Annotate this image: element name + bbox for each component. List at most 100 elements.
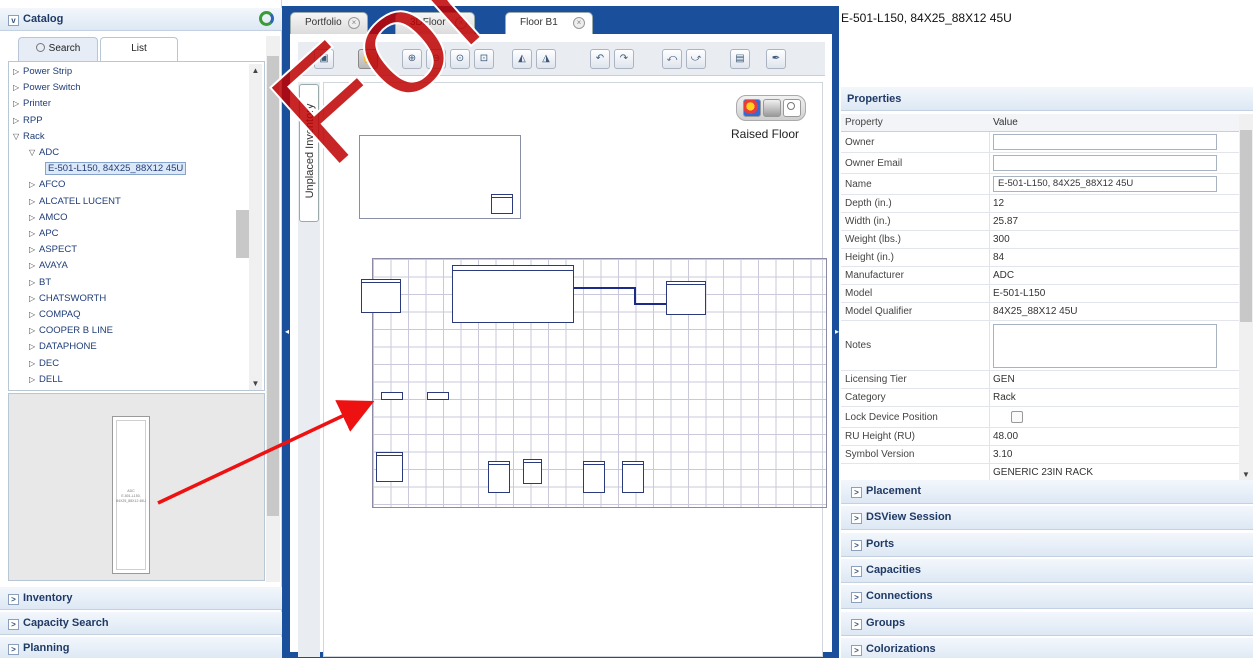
scroll-thumb[interactable] (236, 210, 249, 258)
property-key: Licensing Tier (845, 374, 907, 385)
properties-scrollbar[interactable]: ▼ (1239, 114, 1253, 481)
tree-item[interactable]: ▷ DATAPHONE (29, 340, 97, 353)
triangle-right-icon[interactable]: ▷ (13, 114, 23, 127)
triangle-right-icon[interactable]: ▷ (29, 243, 39, 256)
flip-vertical-icon[interactable]: ◮ (536, 49, 556, 69)
property-row: Model E-501-L150 (841, 285, 1239, 303)
tree-item[interactable]: ▷ ASPECT (29, 243, 77, 256)
rotate-left-90-icon[interactable]: ⤺ (662, 49, 682, 69)
tab-floor-b1[interactable]: Floor B1 × (505, 12, 593, 35)
triangle-right-icon[interactable]: ▷ (29, 308, 39, 321)
zoom-in-icon[interactable]: ⊕ (402, 49, 422, 69)
rack-symbol[interactable] (622, 461, 644, 493)
property-input[interactable]: E-501-L150, 84X25_88X12 45U (993, 176, 1217, 192)
scroll-up-icon[interactable]: ▲ (249, 64, 262, 77)
catalog-scrollbar[interactable] (266, 36, 280, 582)
rotate-right-icon[interactable]: ↷ (614, 49, 634, 69)
tab-portfolio[interactable]: Portfolio × (290, 12, 368, 34)
properties-header[interactable]: Properties (841, 87, 1253, 111)
rack-symbol[interactable] (488, 461, 510, 493)
tree-scrollbar[interactable]: ▲ ▼ (249, 64, 262, 390)
tree-item[interactable]: ▷ DEC (29, 357, 59, 370)
section-connections[interactable]: > Connections (841, 585, 1253, 610)
refresh-icon[interactable] (259, 11, 274, 26)
triangle-right-icon[interactable]: ▷ (13, 65, 23, 78)
tree-item[interactable]: ▽ ADC (29, 146, 59, 159)
section-capacities[interactable]: > Capacities (841, 558, 1253, 583)
section-label: Colorizations (866, 642, 936, 655)
lock-position-checkbox[interactable] (1011, 411, 1023, 423)
rack-symbol[interactable] (427, 392, 449, 400)
tab-3dfloor[interactable]: 3DFloor × (395, 12, 475, 34)
close-icon[interactable]: × (573, 17, 585, 29)
triangle-right-icon[interactable]: ▷ (29, 259, 39, 272)
section-groups[interactable]: > Groups (841, 611, 1253, 636)
tree-item[interactable]: ▷ BT (29, 276, 51, 289)
catalog-header[interactable]: v Catalog (0, 8, 282, 31)
rack-symbol[interactable] (583, 461, 605, 493)
align-icon[interactable]: ▤ (730, 49, 750, 69)
scroll-thumb[interactable] (1240, 130, 1252, 322)
zoom-window-icon[interactable]: ⊡ (474, 49, 494, 69)
triangle-right-icon[interactable]: ▷ (29, 373, 39, 386)
triangle-right-icon[interactable]: ▷ (29, 276, 39, 289)
rotate-left-icon[interactable]: ↶ (590, 49, 610, 69)
flip-horizontal-icon[interactable]: ◭ (512, 49, 532, 69)
scroll-down-icon[interactable]: ▼ (1239, 470, 1253, 479)
pen-icon[interactable]: ✒ (766, 49, 786, 69)
notes-textarea[interactable] (993, 324, 1217, 368)
scroll-down-icon[interactable]: ▼ (249, 377, 262, 390)
scroll-thumb[interactable] (267, 56, 279, 516)
section-dsview-session[interactable]: > DSView Session (841, 506, 1253, 531)
triangle-right-icon[interactable]: ▷ (29, 357, 39, 370)
triangle-right-icon[interactable]: ▷ (29, 292, 39, 305)
tree-item[interactable]: ▷ ALCATEL LUCENT (29, 195, 121, 208)
tree-item[interactable]: ▷ AFCO (29, 178, 65, 191)
tab-search[interactable]: Search (18, 37, 98, 61)
tree-item[interactable]: ▷ RPP (13, 114, 43, 127)
section-planning[interactable]: > Planning (0, 637, 282, 658)
zoom-fit-icon[interactable]: ⊙ (450, 49, 470, 69)
rack-symbol[interactable] (523, 459, 542, 484)
tree-item[interactable]: E-501-L150, 84X25_88X12 45U (45, 162, 187, 176)
tree-item[interactable]: ▷ APC (29, 227, 59, 240)
section-placement[interactable]: > Placement (841, 480, 1253, 504)
rack-symbol[interactable] (376, 452, 403, 482)
section-colorizations[interactable]: > Colorizations (841, 637, 1253, 658)
rotate-right-90-icon[interactable]: ⤻ (686, 49, 706, 69)
add-device-icon[interactable]: ▣ (314, 49, 334, 69)
property-input[interactable] (993, 134, 1217, 150)
tab-list[interactable]: List (100, 37, 178, 62)
tree-item[interactable]: ▽ Rack (13, 130, 45, 143)
floor-canvas[interactable]: Raised Floor (323, 82, 827, 657)
close-icon[interactable]: × (455, 17, 467, 29)
tree-item[interactable]: ▷ AVAYA (29, 259, 68, 272)
tree-item[interactable]: ▷ DELL (29, 373, 63, 386)
triangle-right-icon[interactable]: ▷ (29, 195, 39, 208)
rack-symbol[interactable] (381, 392, 403, 400)
triangle-down-icon[interactable]: ▽ (13, 130, 23, 143)
section-capacity-search[interactable]: > Capacity Search (0, 612, 282, 635)
close-icon[interactable]: × (348, 17, 360, 29)
triangle-right-icon[interactable]: ▷ (29, 178, 39, 191)
property-input[interactable] (993, 155, 1217, 171)
hand-pan-icon[interactable]: ✋ (358, 49, 378, 69)
tree-item[interactable]: ▷ COOPER B LINE (29, 324, 113, 337)
unplaced-inventory-tab[interactable]: Unplaced Inventory (298, 82, 320, 657)
triangle-right-icon[interactable]: ▷ (29, 324, 39, 337)
tree-item[interactable]: ▷ COMPAQ (29, 308, 81, 321)
tree-item[interactable]: ▷ Power Strip (13, 65, 72, 78)
section-ports[interactable]: > Ports (841, 532, 1253, 557)
tree-item[interactable]: ▷ Printer (13, 97, 51, 110)
tree-item[interactable]: ▷ AMCO (29, 211, 68, 224)
triangle-down-icon[interactable]: ▽ (29, 146, 39, 159)
triangle-right-icon[interactable]: ▷ (29, 211, 39, 224)
triangle-right-icon[interactable]: ▷ (29, 340, 39, 353)
triangle-right-icon[interactable]: ▷ (13, 81, 23, 94)
tree-item[interactable]: ▷ Power Switch (13, 81, 81, 94)
triangle-right-icon[interactable]: ▷ (13, 97, 23, 110)
zoom-out-icon[interactable]: ⊖ (426, 49, 446, 69)
section-inventory[interactable]: > Inventory (0, 587, 282, 610)
triangle-right-icon[interactable]: ▷ (29, 227, 39, 240)
tree-item[interactable]: ▷ CHATSWORTH (29, 292, 106, 305)
